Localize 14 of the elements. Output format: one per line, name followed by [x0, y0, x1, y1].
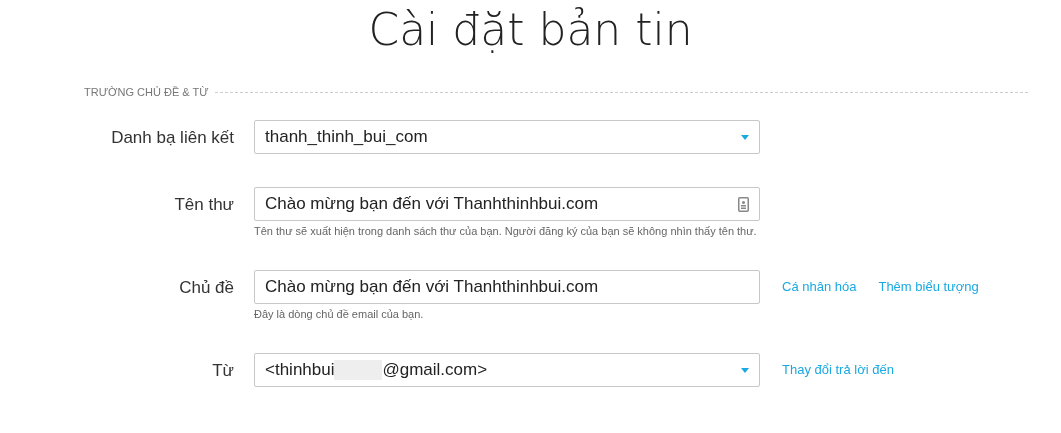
input-field[interactable]: Chào mừng bạn đến với Thanhthinhbui.com: [254, 187, 760, 221]
dropdown-field[interactable]: thanh_thinh_bui_com: [254, 120, 760, 154]
dropdown-caret-icon: [741, 134, 749, 140]
field-label: Chủ đề: [178, 277, 234, 298]
field-label: Danh bạ liên kết: [110, 127, 234, 148]
input-field[interactable]: Chào mừng bạn đến với Thanhthinhbui.com: [254, 270, 760, 304]
field-hint: Tên thư sẽ xuất hiện trong danh sách thư của bạn. Người đăng ký của bạn sẽ không nhìn thấy tên thư.: [254, 225, 758, 237]
field-label: Từ: [211, 360, 234, 381]
page-title: Cài đặt bản tin: [367, 4, 694, 56]
dropdown-caret-icon: [741, 367, 749, 373]
field-hint: Đây là dòng chủ đề email của bạn.: [254, 308, 425, 320]
dropdown-field[interactable]: <thinhbui @gmail.com>: [254, 353, 760, 387]
section-heading: TRƯỜNG CHỦ ĐỀ & TỪ: [84, 86, 209, 98]
field-label: Tên thư: [173, 194, 234, 215]
